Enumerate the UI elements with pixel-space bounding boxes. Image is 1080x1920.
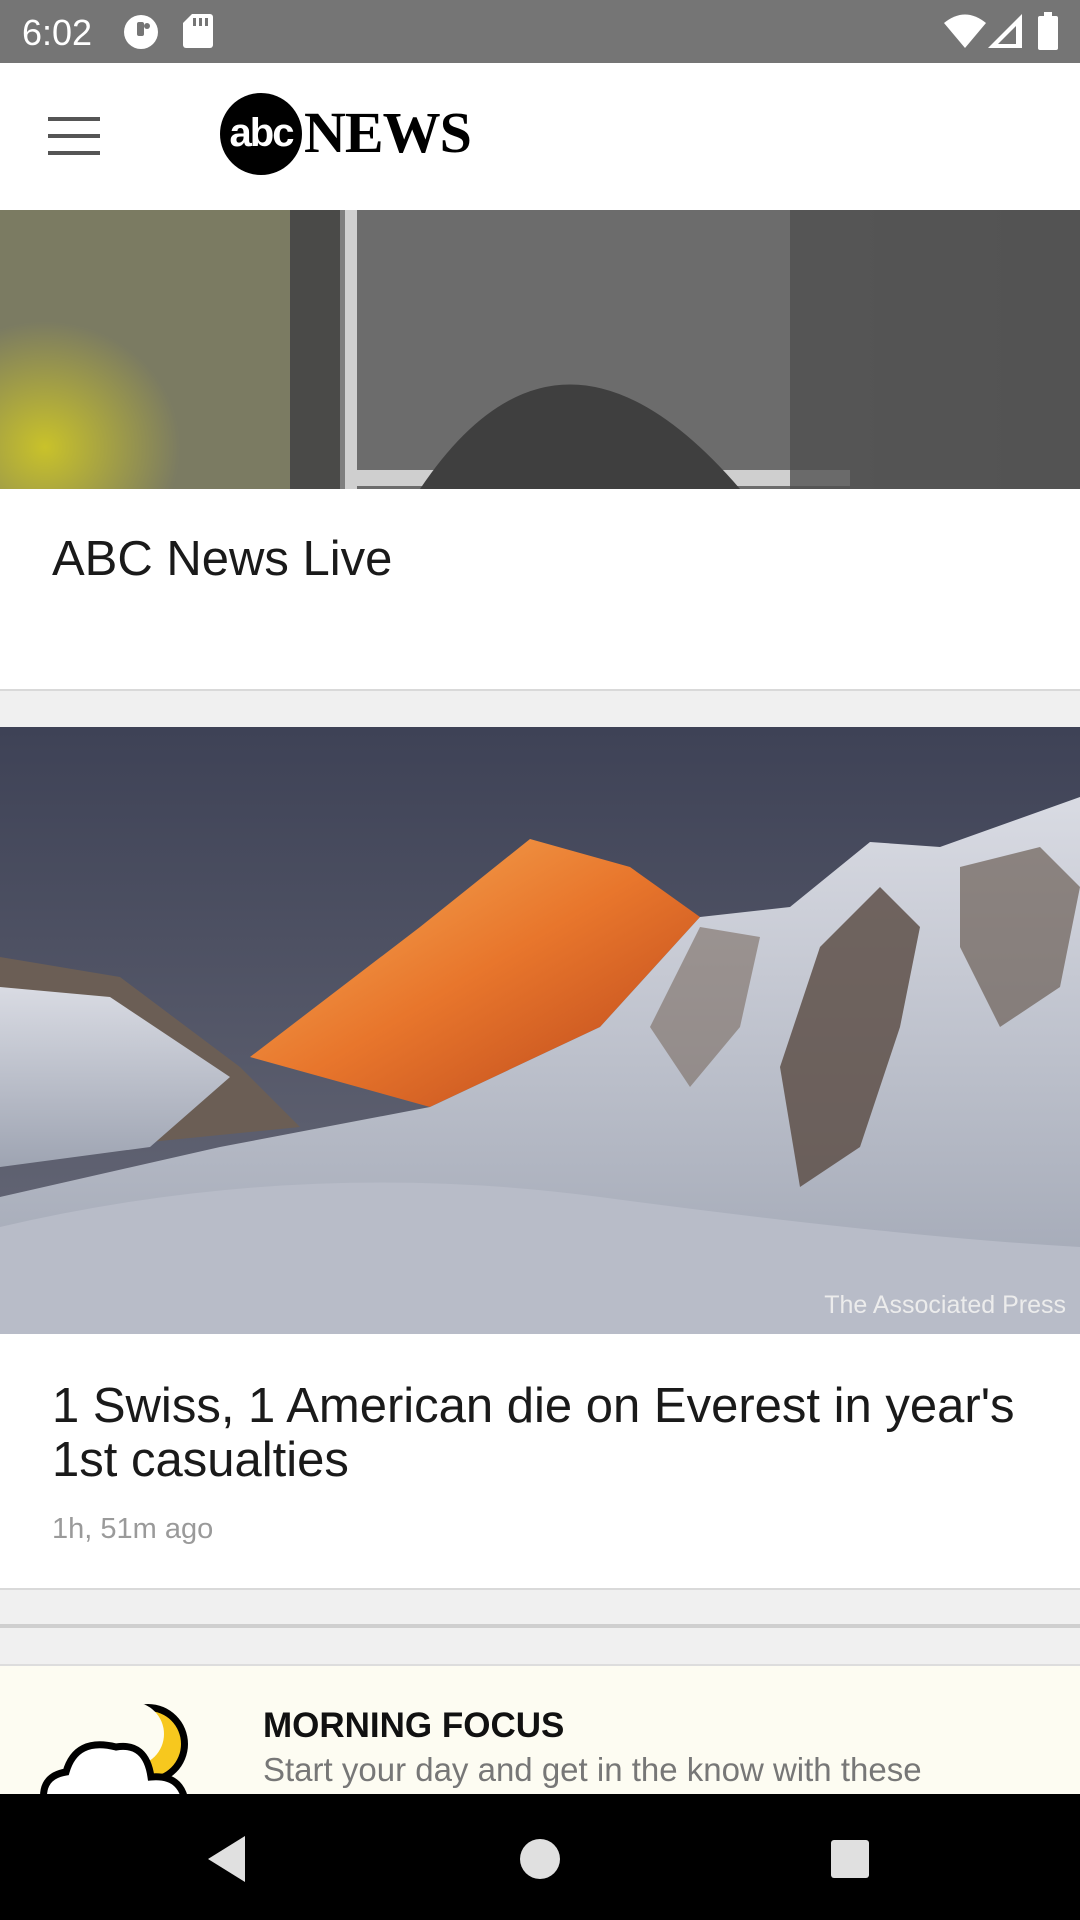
live-video-card[interactable]: ABC News Live xyxy=(0,210,1080,691)
morning-focus-subtitle: Start your day and get in the know with … xyxy=(263,1751,922,1788)
story-card[interactable]: The Associated Press 1 Swiss, 1 American… xyxy=(0,727,1080,1590)
section-divider xyxy=(0,1624,1080,1628)
logo-mark: abc xyxy=(220,93,302,175)
card-title[interactable]: ABC News Live xyxy=(52,532,1050,586)
logo-word: NEWS xyxy=(304,100,472,165)
status-time: 6:02 xyxy=(22,12,93,53)
recents-icon[interactable] xyxy=(810,1824,890,1894)
app-header: abc NEWS xyxy=(0,63,1080,211)
sd-card-icon xyxy=(183,14,213,53)
moon-cloud-icon xyxy=(36,1702,216,1796)
morning-focus-card[interactable]: MORNING FOCUS Start your day and get in … xyxy=(0,1664,1080,1796)
morning-focus-title: MORNING FOCUS xyxy=(263,1706,565,1745)
cell-signal-icon xyxy=(988,14,1022,53)
battery-icon xyxy=(1038,12,1058,55)
story-image[interactable]: The Associated Press xyxy=(0,727,1080,1334)
timestamp: 1h, 51m ago xyxy=(52,1513,214,1545)
system-nav-bar xyxy=(0,1794,1080,1920)
hamburger-menu-icon[interactable] xyxy=(40,107,106,167)
wifi-icon xyxy=(944,14,986,53)
back-icon[interactable] xyxy=(190,1824,270,1894)
card-title[interactable]: 1 Swiss, 1 American die on Everest in ye… xyxy=(52,1379,1050,1487)
live-video-thumbnail[interactable] xyxy=(0,210,1080,489)
home-icon[interactable] xyxy=(500,1824,580,1894)
image-credit: The Associated Press xyxy=(824,1291,1066,1319)
data-saver-icon xyxy=(122,13,160,56)
status-bar: 6:02 xyxy=(0,0,1080,63)
abc-news-logo[interactable]: abc NEWS xyxy=(220,93,472,183)
